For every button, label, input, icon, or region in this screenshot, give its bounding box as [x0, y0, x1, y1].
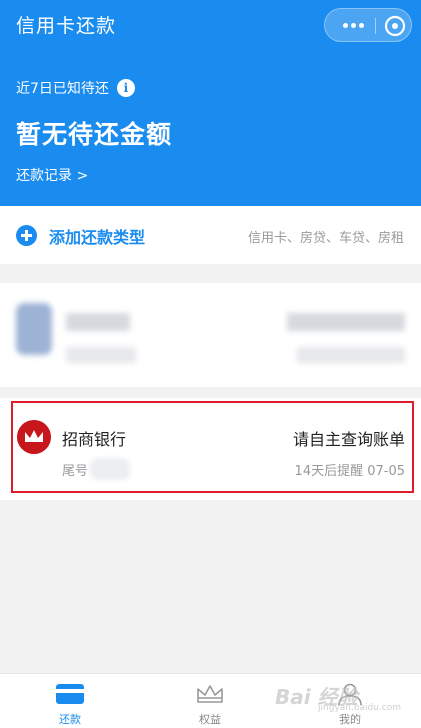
header: 信用卡还款 近7日已知待还 i 暂无待还金额 还款记录 > [0, 0, 421, 206]
tab-benefits[interactable]: 权益 [140, 674, 280, 728]
blurred-card-item[interactable] [0, 283, 421, 387]
tab-mine[interactable]: 我的 [280, 674, 420, 728]
repayment-types-hint: 信用卡、房贷、车贷、房租 [247, 231, 404, 246]
page-title: 信用卡还款 [16, 15, 117, 37]
crown-icon [197, 685, 223, 703]
card-tail-number-mask [90, 458, 130, 480]
tab-label-repayment: 还款 [59, 713, 81, 726]
reminder-date: 14天后提醒 07-05 [294, 464, 405, 479]
pending-label: 近7日已知待还 [16, 81, 109, 97]
add-repayment-type-label: 添加还款类型 [49, 228, 146, 247]
pending-amount-status: 暂无待还金额 [16, 120, 173, 149]
info-icon[interactable]: i [116, 79, 135, 97]
capsule-divider [375, 18, 376, 34]
check-bill-action[interactable]: 请自主查询账单 [293, 426, 405, 450]
bottom-tab-bar: 还款 权益 我的 [0, 673, 421, 728]
tab-label-benefits: 权益 [199, 713, 221, 726]
plus-circle-icon [16, 225, 37, 246]
close-icon[interactable] [381, 12, 409, 40]
watermark-url: jingyan.baidu.com [318, 703, 402, 713]
tab-repayment[interactable]: 还款 [0, 674, 140, 728]
blurred-bank-logo [16, 303, 52, 355]
blurred-card-tail [66, 347, 136, 363]
cmb-logo-icon [17, 420, 51, 454]
more-icon[interactable] [335, 9, 371, 41]
pending-row: 近7日已知待还 i [16, 78, 135, 98]
blurred-due-info [287, 313, 405, 331]
blurred-bank-name [66, 313, 130, 331]
tab-label-mine: 我的 [339, 713, 361, 726]
add-repayment-type-row[interactable]: 添加还款类型 信用卡、房贷、车贷、房租 [0, 206, 421, 264]
mini-program-capsule [324, 8, 412, 42]
card-icon [56, 684, 84, 704]
card-tail-label: 尾号 [62, 464, 89, 479]
blurred-due-date [297, 347, 405, 363]
bank-name: 招商银行 [62, 430, 127, 449]
repayment-history-link[interactable]: 还款记录 > [16, 165, 88, 185]
